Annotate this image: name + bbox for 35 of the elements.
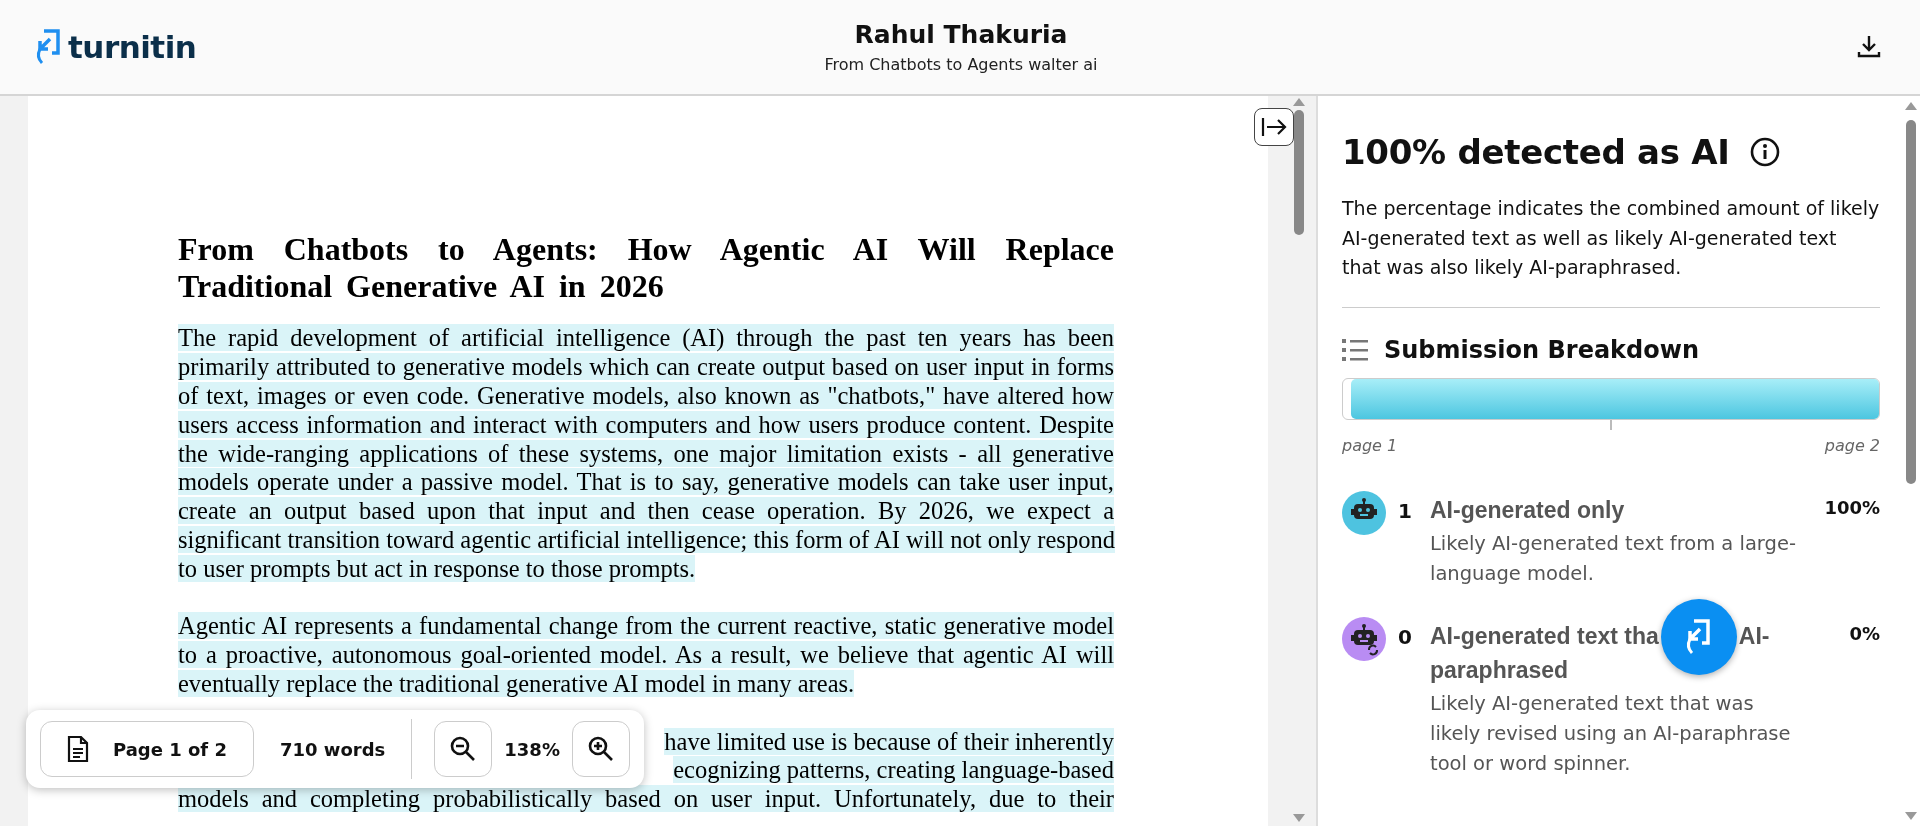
submission-title: From Chatbots to Agents walter ai — [823, 55, 1099, 74]
zoom-in-icon — [586, 735, 615, 763]
turnitin-floating-button[interactable] — [1660, 599, 1737, 676]
zoom-level: 138% — [503, 738, 561, 760]
page-indicator-button[interactable]: Page 1 of 2 — [40, 721, 254, 777]
category-title: AI- — [1738, 622, 1770, 649]
bar-end-label: page 2 — [1824, 435, 1880, 455]
info-icon[interactable] — [1749, 137, 1780, 167]
category-percent: 100% — [1823, 495, 1880, 520]
list-icon — [1342, 337, 1368, 362]
zoom-out-button[interactable] — [434, 721, 493, 777]
detection-heading: 100% detected as AI — [1342, 132, 1730, 172]
paragraph-fragment: models and completing probabilistically based on user input. Unfortunately, due to their — [178, 785, 1114, 813]
category-title: paraphrased — [1430, 656, 1569, 683]
category-title: AI-generated text tha — [1430, 622, 1659, 649]
detection-description: The percentage indicates the combined amount of likely AI-generated text as well as likely AI-generated text that was also likely AI-paraphrased. — [1342, 196, 1880, 280]
category-count: 0 — [1398, 623, 1413, 651]
zoom-in-button[interactable] — [571, 721, 630, 777]
document-icon — [67, 735, 89, 763]
collapse-panel-button[interactable] — [1254, 108, 1294, 146]
category-description: Likely AI-generated text from a large-language model. — [1430, 530, 1797, 587]
category-count: 1 — [1398, 497, 1413, 525]
student-name: Rahul Thakuria — [853, 20, 1069, 49]
paragraph-fragment: have limited use is because of their inherently — [664, 727, 1114, 755]
word-count: 710 words — [279, 738, 387, 760]
page-tick — [1610, 419, 1612, 430]
breakdown-heading: Submission Breakdown — [1384, 335, 1699, 364]
category-description: Likely AI-generated text that was likely revised using an AI-paraphrase tool or word spinner. — [1430, 690, 1792, 777]
turnitin-logo-text: turnitin — [68, 29, 197, 65]
category-percent: 0% — [1848, 621, 1880, 646]
document-title: From Chatbots to Agents: How Agentic AI Will Replace Traditional Generative AI in 2026 — [178, 231, 1114, 305]
category-title: AI-generated only — [1430, 496, 1625, 523]
paragraph-fragment: ecognizing patterns, creating language-based — [673, 756, 1114, 784]
bar-start-label: page 1 — [1342, 435, 1398, 455]
arrow-to-bar-icon — [1261, 117, 1287, 137]
